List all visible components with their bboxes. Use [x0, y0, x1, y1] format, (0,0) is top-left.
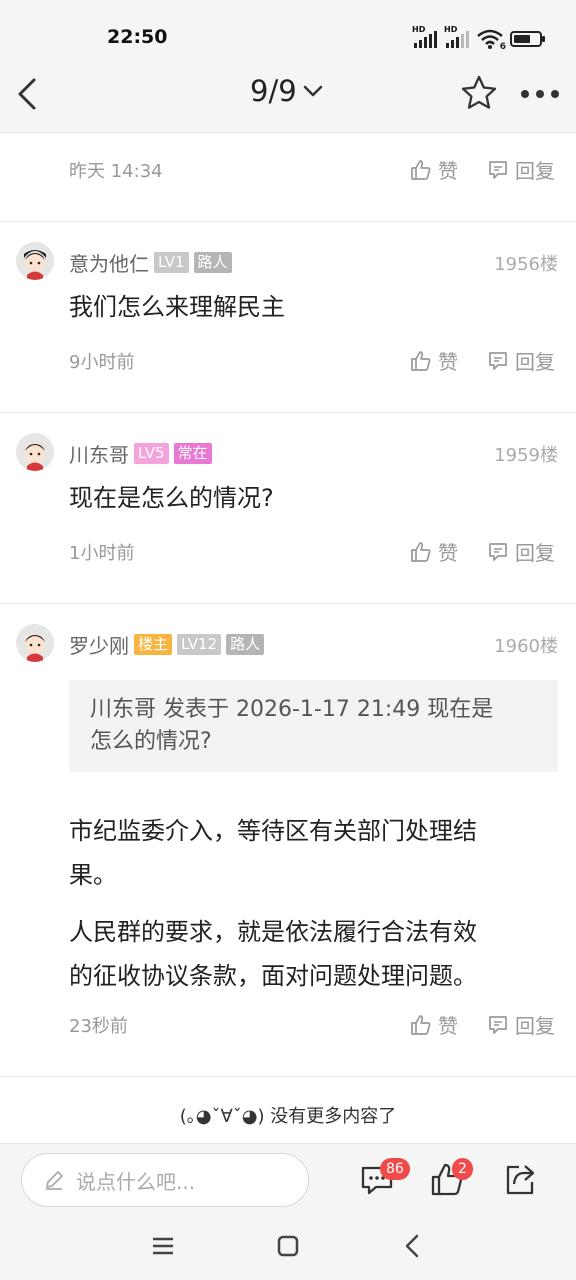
comment-placeholder: 说点什么吧... — [76, 1169, 196, 1194]
chevron-down-icon — [303, 85, 322, 97]
status-icons: HD HD 6 — [412, 25, 546, 52]
level-badge: LV1 — [154, 252, 189, 273]
share-button[interactable] — [502, 1162, 538, 1198]
post-time: 23秒前 — [69, 1016, 128, 1037]
back-button[interactable] — [14, 76, 44, 112]
thumbs-up-icon — [411, 1014, 431, 1035]
post-time: 9小时前 — [69, 352, 135, 373]
list-item: 罗少刚 楼主 LV12 路人 1960楼 川东哥 发表于 2026-1-17 2… — [0, 604, 576, 1077]
end-of-list-text: (｡◕ˇ∀ˇ◕) 没有更多内容了 — [179, 1106, 397, 1127]
post-time: 昨天 14:34 — [69, 161, 163, 182]
reply-button[interactable]: 回复 — [487, 537, 555, 566]
like-button[interactable]: 2 — [430, 1158, 473, 1198]
thumbs-up-icon — [411, 541, 431, 562]
list-item: 昨天 14:34 赞 回复 — [0, 133, 576, 222]
like-button[interactable]: 赞 — [410, 1010, 458, 1039]
username[interactable]: 意为他仁 — [69, 248, 149, 277]
wifi-icon: 6 — [476, 28, 506, 52]
top-bar: 9/9 — [0, 56, 576, 133]
like-button[interactable]: 赞 — [410, 155, 458, 184]
home-icon[interactable] — [277, 1235, 299, 1257]
like-label: 赞 — [438, 350, 458, 374]
avatar[interactable] — [16, 433, 54, 471]
chevron-left-icon — [18, 78, 36, 110]
like-label: 赞 — [438, 1014, 458, 1038]
post-text: 我们怎么来理解民主 — [69, 293, 285, 321]
signal-icon: HD — [412, 25, 438, 49]
like-button[interactable]: 赞 — [410, 346, 458, 375]
reply-button[interactable]: 回复 — [487, 346, 555, 375]
avatar[interactable] — [16, 242, 54, 280]
role-badge: 路人 — [226, 634, 265, 655]
post-text-line: 果。 — [69, 861, 117, 889]
role-badge: 常在 — [173, 443, 212, 464]
reply-label: 回复 — [515, 350, 555, 374]
username[interactable]: 罗少刚 — [69, 630, 129, 659]
post-text: 市纪监委介入，等待区有关部门处理结 果。 — [69, 809, 549, 897]
post-text-line: 的征收协议条款，面对问题处理问题。 — [69, 962, 477, 990]
username[interactable]: 川东哥 — [69, 439, 129, 468]
quoted-reply: 川东哥 发表于 2026-1-17 21:49 现在是 怎么的情况? — [69, 680, 558, 772]
floor-number: 1960楼 — [494, 636, 558, 657]
more-button[interactable] — [520, 86, 560, 100]
reply-label: 回复 — [515, 541, 555, 565]
role-badge: 路人 — [193, 252, 232, 273]
like-button[interactable]: 赞 — [410, 537, 458, 566]
username-row: 罗少刚 楼主 LV12 路人 — [69, 630, 265, 659]
back-icon[interactable] — [404, 1234, 420, 1258]
list-item: 川东哥 LV5 常在 1959楼 现在是怎么的情况? 1小时前 赞 回复 — [0, 413, 576, 604]
floor-number: 1956楼 — [494, 254, 558, 275]
menu-icon[interactable] — [152, 1236, 174, 1256]
floor-number: 1959楼 — [494, 445, 558, 466]
page-selector[interactable]: 9/9 — [250, 74, 323, 108]
comment-icon — [489, 542, 507, 561]
comments-button[interactable]: 86 — [360, 1158, 410, 1198]
post-text: 人民群的要求，就是依法履行合法有效 的征收协议条款，面对问题处理问题。 — [69, 910, 549, 998]
level-badge: LV12 — [177, 634, 222, 655]
more-icon — [521, 90, 559, 98]
like-label: 赞 — [438, 159, 458, 183]
comment-icon — [489, 1015, 507, 1034]
post-text: 现在是怎么的情况? — [69, 484, 274, 512]
avatar[interactable] — [16, 624, 54, 662]
author-badge: 楼主 — [134, 634, 173, 655]
pencil-icon — [46, 1171, 63, 1190]
level-badge: LV5 — [134, 443, 169, 464]
status-time: 22:50 — [107, 26, 168, 48]
comment-input[interactable]: 说点什么吧... — [21, 1153, 309, 1207]
battery-icon — [510, 30, 546, 48]
quote-line: 川东哥 发表于 2026-1-17 21:49 现在是 — [90, 697, 494, 722]
status-bar: 22:50 HD HD 6 — [0, 0, 576, 56]
list-item: 意为他仁 LV1 路人 1956楼 我们怎么来理解民主 9小时前 赞 回复 — [0, 222, 576, 413]
system-nav-bar — [0, 1216, 576, 1280]
star-icon — [461, 75, 497, 109]
bottom-bar: 说点什么吧... 86 2 — [0, 1143, 576, 1216]
share-icon — [506, 1165, 535, 1195]
comments-count-badge: 86 — [380, 1158, 410, 1180]
reply-button[interactable]: 回复 — [487, 1010, 555, 1039]
reply-label: 回复 — [515, 1014, 555, 1038]
page-indicator: 9/9 — [250, 74, 297, 108]
post-time: 1小时前 — [69, 543, 135, 564]
username-row: 意为他仁 LV1 路人 — [69, 248, 232, 277]
thumbs-up-icon — [411, 159, 431, 180]
wifi-badge: 6 — [499, 42, 506, 52]
likes-count-badge: 2 — [452, 1158, 473, 1180]
reply-label: 回复 — [515, 159, 555, 183]
quote-line: 怎么的情况? — [90, 729, 212, 754]
signal-icon: HD — [444, 25, 470, 49]
comment-icon — [489, 160, 507, 179]
thumbs-up-icon — [411, 350, 431, 371]
post-list: 昨天 14:34 赞 回复 意为他仁 LV1 路人 1956楼 我们怎么来理解民… — [0, 133, 576, 1077]
username-row: 川东哥 LV5 常在 — [69, 439, 212, 468]
favorite-button[interactable] — [460, 74, 498, 112]
like-label: 赞 — [438, 541, 458, 565]
post-text-line: 人民群的要求，就是依法履行合法有效 — [69, 918, 477, 946]
post-text-line: 市纪监委介入，等待区有关部门处理结 — [69, 817, 477, 845]
reply-button[interactable]: 回复 — [487, 155, 555, 184]
comment-icon — [489, 351, 507, 370]
